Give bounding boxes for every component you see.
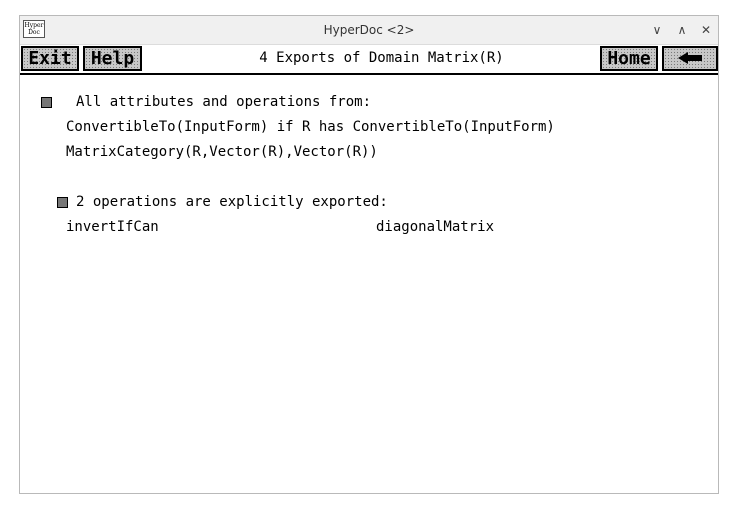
back-button[interactable] — [662, 46, 718, 71]
minimize-icon[interactable]: ∨ — [649, 22, 665, 38]
exit-button[interactable]: Exit — [21, 46, 79, 71]
home-button[interactable]: Home — [600, 46, 658, 71]
maximize-icon[interactable]: ∧ — [674, 22, 690, 38]
section2-heading: 2 operations are explicitly exported: — [76, 194, 388, 210]
operation-diagonalmatrix-link[interactable]: diagonalMatrix — [376, 218, 494, 236]
page-content: All attributes and operations from: Conv… — [20, 75, 718, 493]
matrix-category-link[interactable]: MatrixCategory(R,Vector(R),Vector(R)) — [66, 143, 378, 161]
left-arrow-icon — [678, 52, 702, 64]
hyperdoc-window: Hyper Doc HyperDoc <2> ∨ ∧ ✕ Exit Help 4… — [19, 15, 719, 494]
page-title: 4 Exports of Domain Matrix(R) — [259, 50, 504, 66]
operation-invertifcan-link[interactable]: invertIfCan — [66, 218, 159, 236]
section-bullet-icon[interactable] — [41, 97, 52, 108]
help-button[interactable]: Help — [83, 46, 142, 71]
window-title: HyperDoc <2> — [323, 23, 415, 37]
hyperdoc-toolbar: Exit Help 4 Exports of Domain Matrix(R) … — [20, 45, 718, 75]
title-bar[interactable]: Hyper Doc HyperDoc <2> ∨ ∧ ✕ — [20, 16, 718, 45]
close-icon[interactable]: ✕ — [698, 22, 714, 38]
convertible-to-link[interactable]: ConvertibleTo(InputForm) if R has Conver… — [66, 118, 555, 136]
section1-heading: All attributes and operations from: — [76, 94, 372, 110]
operations-bullet-icon[interactable] — [57, 197, 68, 208]
